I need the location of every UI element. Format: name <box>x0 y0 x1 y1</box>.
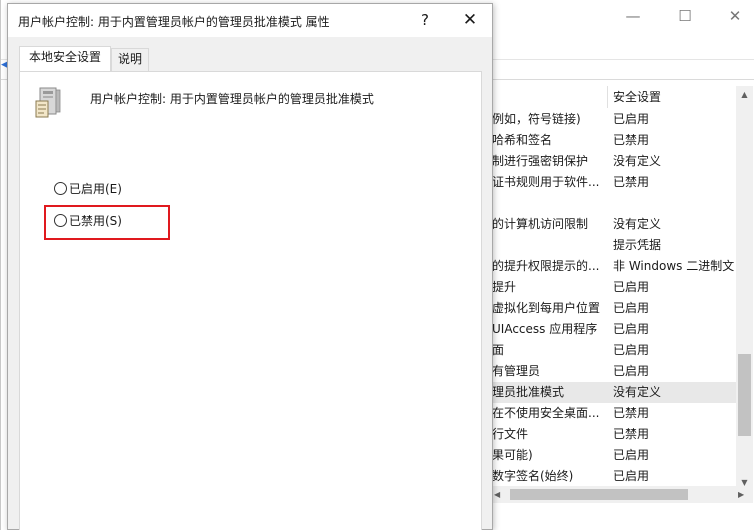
dialog-titlebar[interactable]: 用户帐户控制: 用于内置管理员帐户的管理员批准模式 属性 ? ✕ <box>8 4 492 37</box>
radio-enabled-option[interactable]: 已启用(E) <box>54 180 122 198</box>
policy-name: 的计算机访问限制 <box>492 217 589 231</box>
policy-name: 有管理员 <box>492 364 541 378</box>
list-header: 安全设置 <box>490 86 736 108</box>
policy-setting: 已启用 <box>613 448 650 462</box>
vertical-scroll-thumb[interactable] <box>738 354 751 436</box>
horizontal-scroll-thumb[interactable] <box>510 489 688 500</box>
dialog-title: 用户帐户控制: 用于内置管理员帐户的管理员批准模式 属性 <box>18 15 330 29</box>
policy-row[interactable]: 提示凭据 <box>490 235 736 256</box>
dialog-close-button[interactable]: ✕ <box>460 10 480 30</box>
policy-name: 证书规则用于软件... <box>492 175 600 189</box>
policy-computer-icon <box>35 87 61 118</box>
vertical-scrollbar[interactable]: ▲ ▼ <box>736 86 753 491</box>
policy-row[interactable]: 数字签名(始终) 已启用 <box>490 466 736 487</box>
policy-row[interactable]: 提升 已启用 <box>490 277 736 298</box>
radio-enabled-label[interactable]: 已启用(E) <box>69 182 122 196</box>
policy-row[interactable]: 行文件 已禁用 <box>490 424 736 445</box>
help-button[interactable]: ? <box>415 10 435 30</box>
scroll-right-icon[interactable]: ▶ <box>738 486 750 503</box>
close-window-button[interactable]: ✕ <box>723 6 747 26</box>
policy-name: 提升 <box>492 280 517 294</box>
tab-local-security-setting[interactable]: 本地安全设置 <box>19 46 111 71</box>
column-divider[interactable] <box>607 86 608 108</box>
policy-setting: 提示凭据 <box>613 238 662 252</box>
policy-setting: 非 Windows 二进制文 <box>613 259 735 273</box>
column-header-setting[interactable]: 安全设置 <box>613 88 737 106</box>
policy-row[interactable]: 果可能) 已启用 <box>490 445 736 466</box>
policy-row[interactable]: 理员批准模式 没有定义 <box>490 382 736 403</box>
policy-setting: 已启用 <box>613 112 650 126</box>
policy-row[interactable]: 的计算机访问限制 没有定义 <box>490 214 736 235</box>
tab-panel: 用户帐户控制: 用于内置管理员帐户的管理员批准模式 已启用(E) 已禁用(S) <box>19 71 482 530</box>
policy-setting: 已启用 <box>613 301 650 315</box>
policy-row[interactable]: 证书规则用于软件... 已禁用 <box>490 172 736 193</box>
policy-heading: 用户帐户控制: 用于内置管理员帐户的管理员批准模式 <box>90 92 374 106</box>
policy-row[interactable]: 面 已启用 <box>490 340 736 361</box>
policy-list: 例如，符号链接) 已启用 哈希和签名 已禁用 制进行强密钥保护 没有定义 证书规则用于软件.… <box>490 109 736 487</box>
policy-name: 面 <box>492 343 505 357</box>
policy-row[interactable] <box>490 193 736 214</box>
policy-setting: 已禁用 <box>613 175 650 189</box>
policy-setting: 已启用 <box>613 364 650 378</box>
policy-setting: 已禁用 <box>613 406 650 420</box>
policy-row[interactable]: 在不使用安全桌面... 已禁用 <box>490 403 736 424</box>
policy-name: 行文件 <box>492 427 529 441</box>
policy-row[interactable]: 有管理员 已启用 <box>490 361 736 382</box>
scroll-left-icon[interactable]: ◀ <box>494 486 506 503</box>
policy-row[interactable]: 的提升权限提示的... 非 Windows 二进制文 <box>490 256 736 277</box>
policy-row[interactable]: UIAccess 应用程序 已启用 <box>490 319 736 340</box>
policy-name: 数字签名(始终) <box>492 469 574 483</box>
policy-setting: 没有定义 <box>613 154 662 168</box>
policy-name: 的提升权限提示的... <box>492 259 600 273</box>
policy-row[interactable]: 哈希和签名 已禁用 <box>490 130 736 151</box>
policy-setting: 已启用 <box>613 322 650 336</box>
policy-row[interactable]: 制进行强密钥保护 没有定义 <box>490 151 736 172</box>
policy-setting: 已启用 <box>613 280 650 294</box>
policy-setting: 已禁用 <box>613 427 650 441</box>
policy-name: 理员批准模式 <box>492 385 565 399</box>
policy-name: 哈希和签名 <box>492 133 553 147</box>
policy-setting: 没有定义 <box>613 385 662 399</box>
policy-name: UIAccess 应用程序 <box>492 322 598 336</box>
scroll-up-icon[interactable]: ▲ <box>736 86 753 103</box>
policy-row[interactable]: 例如，符号链接) 已启用 <box>490 109 736 130</box>
policy-name: 虚拟化到每用户位置 <box>492 301 601 315</box>
annotation-highlight-box <box>44 205 170 240</box>
maximize-button[interactable]: ☐ <box>673 6 697 26</box>
policy-name: 在不使用安全桌面... <box>492 406 600 420</box>
minimize-button[interactable]: — <box>621 6 645 26</box>
policy-name: 例如，符号链接) <box>492 112 581 126</box>
policy-setting: 已禁用 <box>613 133 650 147</box>
policy-setting: 已启用 <box>613 469 650 483</box>
policy-name: 果可能) <box>492 448 533 462</box>
tab-strip: 本地安全设置 说明 <box>16 45 486 71</box>
policy-row[interactable]: 虚拟化到每用户位置 已启用 <box>490 298 736 319</box>
policy-setting: 已启用 <box>613 343 650 357</box>
policy-name: 制进行强密钥保护 <box>492 154 589 168</box>
horizontal-scrollbar[interactable]: ◀ ▶ <box>490 486 753 503</box>
properties-dialog: 用户帐户控制: 用于内置管理员帐户的管理员批准模式 属性 ? ✕ 本地安全设置 … <box>7 3 493 530</box>
radio-enabled-circle[interactable] <box>54 182 67 195</box>
tab-explain[interactable]: 说明 <box>111 48 149 71</box>
policy-setting: 没有定义 <box>613 217 662 231</box>
